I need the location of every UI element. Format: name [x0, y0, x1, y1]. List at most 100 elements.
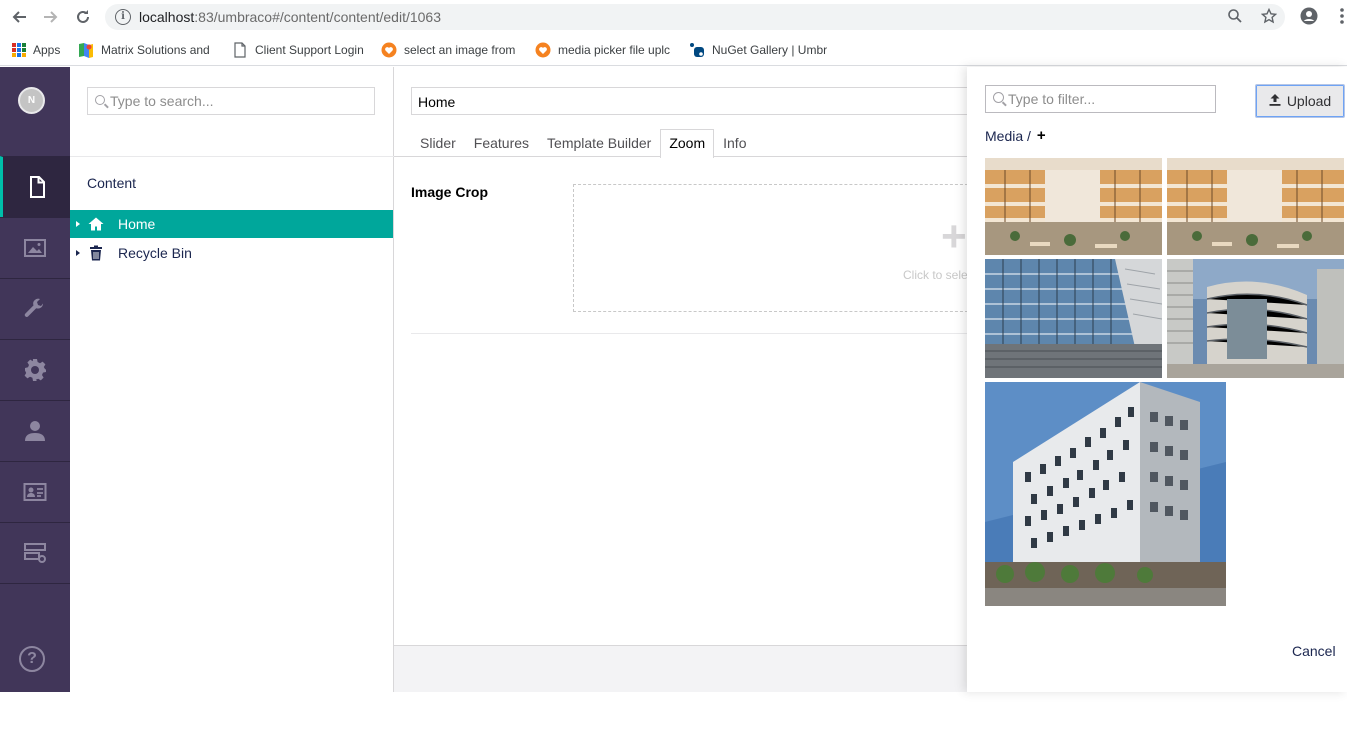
nuget-icon	[689, 42, 705, 58]
help-icon[interactable]: ?	[19, 646, 45, 672]
upload-button[interactable]: Upload	[1255, 84, 1345, 118]
content-editor: Slider Features Template Builder Zoom In…	[394, 67, 973, 692]
section-divider	[0, 583, 70, 584]
section-sidebar: N ?	[0, 67, 70, 692]
umbraco-heart-icon	[535, 42, 551, 58]
url-text: localhost:83/umbraco#/content/content/ed…	[139, 9, 441, 25]
bookmark-label: Client Support Login	[255, 43, 364, 57]
tall-building-image	[985, 382, 1226, 606]
bookmark-matrix[interactable]: Matrix Solutions and	[78, 41, 213, 59]
bookmark-label: Apps	[33, 43, 61, 57]
media-thumbnail[interactable]	[985, 259, 1162, 378]
bookmark-label: select an image from	[404, 43, 516, 57]
menu-dots-icon[interactable]	[1332, 7, 1347, 27]
section-forms[interactable]	[0, 522, 70, 583]
star-icon[interactable]	[1260, 7, 1278, 26]
atrium-image	[1167, 158, 1344, 255]
page-icon	[232, 42, 248, 58]
breadcrumb-media[interactable]: Media /	[985, 128, 1031, 144]
bookmark-label: Matrix Solutions and	[101, 43, 210, 57]
address-bar[interactable]: i localhost:83/umbraco#/content/content/…	[105, 4, 1285, 30]
section-media[interactable]	[0, 217, 70, 278]
profile-icon[interactable]	[1299, 7, 1319, 27]
bookmark-label: NuGet Gallery | Umbr	[712, 43, 827, 57]
bookmark-label: media picker file uplc	[558, 43, 671, 57]
property-divider	[411, 333, 967, 334]
server-icon	[24, 543, 46, 563]
id-card-icon	[23, 483, 47, 501]
section-packages[interactable]	[0, 339, 70, 400]
content-tree: Content Home Recycle Bin	[70, 67, 394, 692]
tab-features[interactable]: Features	[465, 129, 538, 157]
reload-icon[interactable]	[72, 6, 94, 28]
expand-caret-icon[interactable]	[76, 250, 80, 256]
upload-icon	[1269, 93, 1281, 109]
tree-header[interactable]: Content	[87, 175, 136, 191]
expand-caret-icon[interactable]	[76, 221, 80, 227]
editor-header: Slider Features Template Builder Zoom In…	[394, 67, 967, 158]
tree-divider	[70, 156, 394, 157]
bookmark-client-support[interactable]: Client Support Login	[232, 41, 364, 59]
umbraco-backoffice: N ? Content	[0, 67, 1347, 692]
media-thumbnail[interactable]	[1167, 259, 1344, 378]
editor-footer	[394, 645, 967, 692]
add-folder-icon[interactable]: +	[1037, 127, 1046, 144]
node-name-field[interactable]	[411, 87, 967, 115]
tab-slider[interactable]: Slider	[411, 129, 465, 157]
section-members[interactable]	[0, 461, 70, 522]
section-settings[interactable]	[0, 278, 70, 339]
media-filter-field[interactable]	[985, 85, 1216, 113]
bookmark-nuget[interactable]: NuGet Gallery | Umbr	[689, 41, 827, 59]
bookmark-media-picker[interactable]: media picker file uplc	[535, 41, 672, 59]
trash-icon	[88, 245, 104, 261]
tree-node-label: Home	[118, 216, 156, 232]
maps-icon	[78, 42, 94, 58]
umbraco-heart-icon	[381, 42, 397, 58]
gear-icon	[24, 359, 46, 381]
section-content[interactable]	[0, 156, 70, 217]
browser-toolbar: i localhost:83/umbraco#/content/content/…	[0, 0, 1347, 34]
bookmark-select-image[interactable]: select an image from	[381, 41, 518, 59]
media-breadcrumb: Media / +	[985, 127, 1046, 144]
media-thumbnail[interactable]	[1167, 158, 1344, 255]
media-thumbnail[interactable]	[985, 158, 1162, 255]
section-users[interactable]	[0, 400, 70, 461]
home-icon	[88, 216, 104, 232]
node-name-input[interactable]	[418, 92, 958, 112]
add-icon: +	[941, 212, 967, 261]
bookmarks-bar: Apps Matrix Solutions and Client Support…	[0, 34, 1347, 66]
wrench-icon	[24, 298, 44, 317]
tree-node-home[interactable]: Home	[70, 210, 393, 238]
curved-building-image	[1167, 259, 1344, 378]
tab-template-builder[interactable]: Template Builder	[538, 129, 660, 157]
cancel-button[interactable]: Cancel	[1292, 643, 1336, 659]
forward-icon[interactable]	[40, 6, 62, 28]
tree-search-field[interactable]	[87, 87, 375, 115]
avatar[interactable]: N	[18, 87, 45, 114]
dropzone-hint: Click to sele	[903, 268, 968, 282]
tab-info[interactable]: Info	[714, 129, 755, 157]
editor-tabs: Slider Features Template Builder Zoom In…	[411, 129, 755, 158]
property-label: Image Crop	[411, 184, 489, 200]
glass-building-image	[985, 259, 1162, 378]
document-icon	[29, 176, 45, 198]
atrium-image	[985, 158, 1162, 255]
search-icon	[993, 92, 1004, 103]
tree-search-input[interactable]	[110, 92, 365, 110]
upload-label: Upload	[1286, 93, 1332, 109]
user-icon	[25, 421, 45, 441]
media-thumbnail[interactable]	[985, 382, 1226, 606]
tree-node-recycle-bin[interactable]: Recycle Bin	[70, 239, 393, 267]
media-filter-input[interactable]	[1008, 90, 1208, 108]
media-picker-panel: Upload Media / +	[967, 67, 1347, 692]
tab-zoom[interactable]: Zoom	[660, 129, 715, 158]
image-crop-dropzone[interactable]: + Click to sele	[573, 184, 973, 312]
image-icon	[24, 239, 46, 257]
zoom-icon[interactable]	[1226, 8, 1244, 26]
bookmark-apps[interactable]: Apps	[11, 41, 60, 59]
apps-icon	[11, 42, 27, 58]
tree-node-label: Recycle Bin	[118, 245, 192, 261]
search-icon	[95, 95, 105, 105]
info-icon[interactable]: i	[115, 9, 131, 25]
back-icon[interactable]	[8, 6, 30, 28]
